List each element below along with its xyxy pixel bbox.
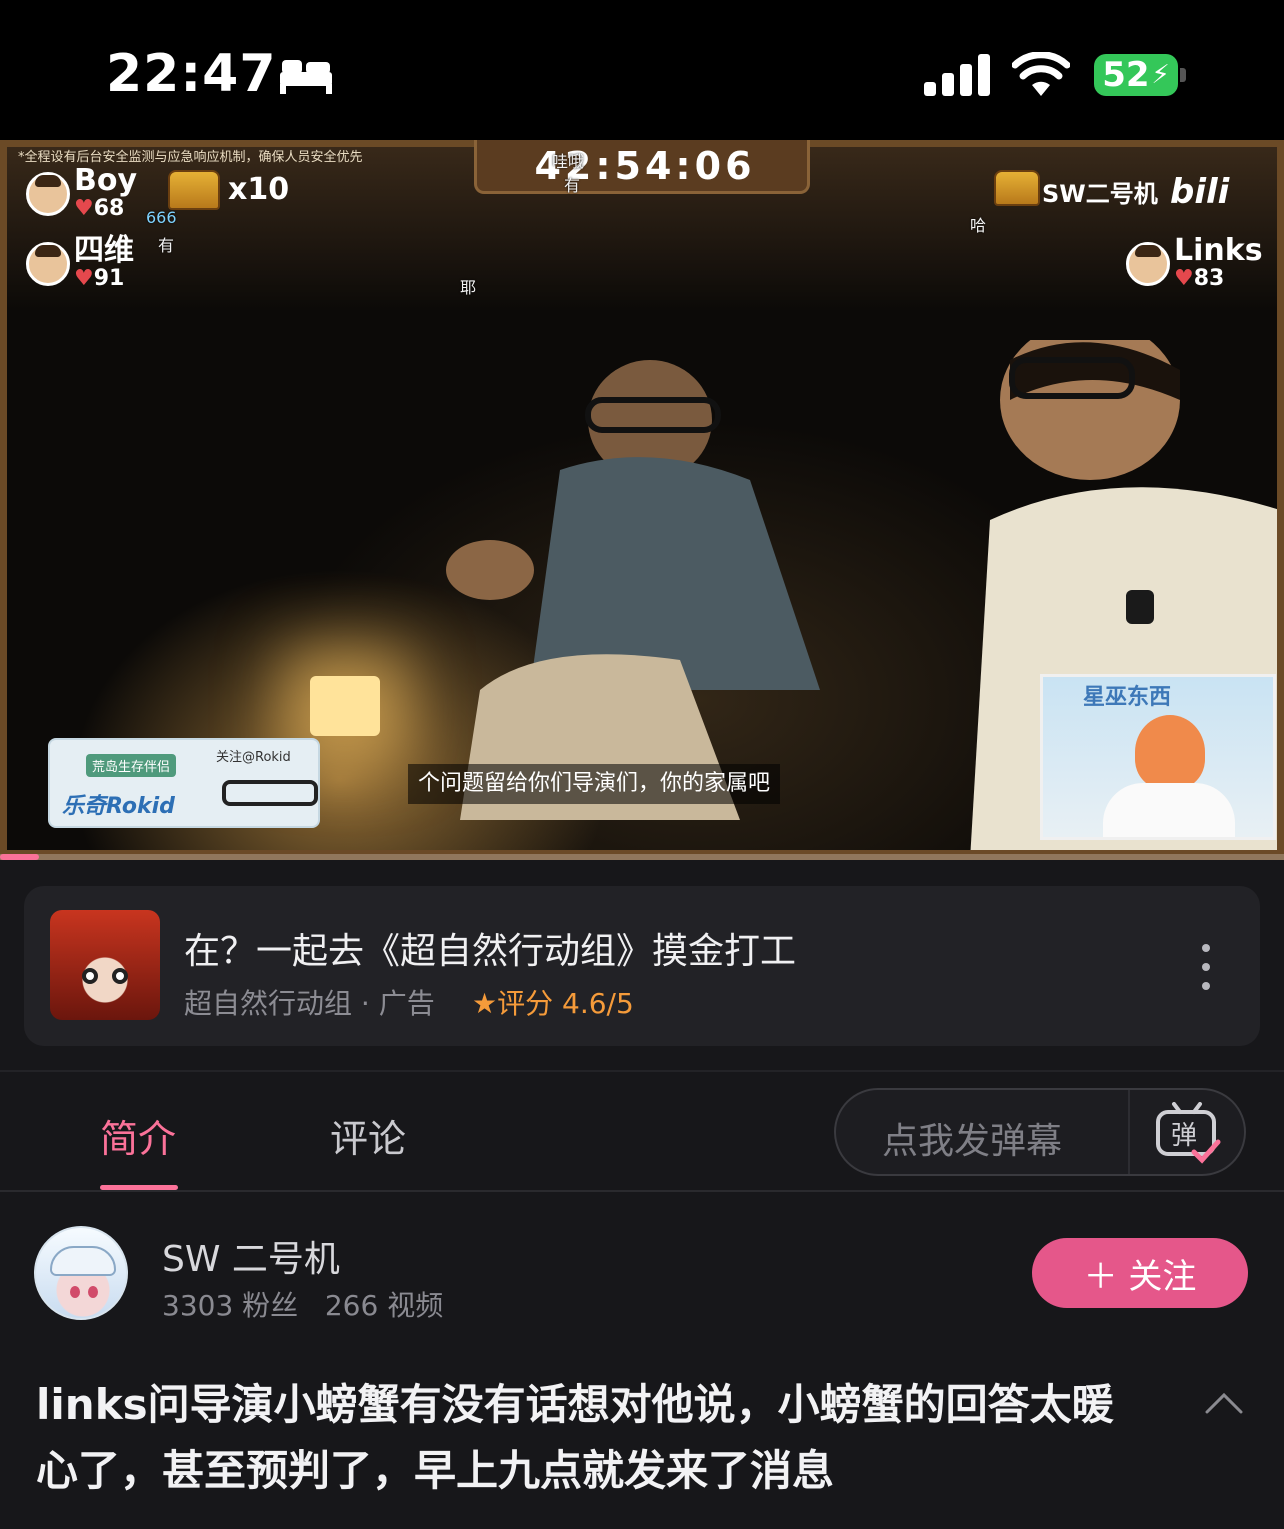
danmaku-icon-label: 弹 [1171, 1121, 1197, 1151]
video-subtitle: 个问题留给你们导演们，你的家属吧 [408, 764, 781, 804]
avatar [1126, 241, 1170, 286]
charging-bolt-icon: ⚡ [1151, 60, 1170, 90]
video-progress-bar[interactable] [0, 854, 1284, 860]
ad-meta: 超自然行动组 · 广告 [184, 987, 435, 1020]
safety-notice: *全程设有后台安全监测与应急响应机制，确保人员安全优先 [18, 150, 363, 165]
danmaku-comment: 666 [146, 208, 177, 227]
player-hearts-value: 91 [93, 266, 125, 291]
battery-level: 52 [1102, 55, 1150, 95]
player-hearts-value: 83 [1193, 266, 1225, 291]
battery-cap [1180, 68, 1186, 82]
glasses-icon [222, 780, 318, 806]
player-links: Links ♥83 [1126, 236, 1263, 291]
more-options-icon[interactable] [1194, 944, 1218, 990]
chevron-up-icon[interactable] [1204, 1390, 1244, 1416]
star-icon: ★ [472, 987, 498, 1020]
game-icon-eye [82, 968, 98, 984]
player-siwei: 四维 ♥91 [26, 236, 134, 291]
pip-person [1135, 715, 1205, 789]
heart-icon: ♥ [1174, 266, 1194, 291]
game-app-icon [50, 910, 160, 1020]
sponsor-brand: 乐奇Rokid [62, 794, 175, 819]
player-hearts: ♥91 [74, 266, 134, 291]
ad-rating-text: 评分 4.6/5 [497, 987, 634, 1020]
picture-in-picture: 星巫东西 [1040, 674, 1276, 840]
follow-button[interactable]: ＋ 关注 [1032, 1238, 1248, 1308]
player-name: Links [1174, 233, 1263, 268]
danmaku-comment: 有 [564, 176, 581, 195]
danmaku-input-placeholder: 点我发弹幕 [882, 1121, 1063, 1162]
chest-count: x10 [228, 172, 290, 207]
battery-indicator: 52 ⚡ [1094, 54, 1178, 96]
tab-comments[interactable]: 评论 [330, 1108, 406, 1163]
uploader-stats: 3303 粉丝 266 视频 [162, 1289, 444, 1322]
pip-title: 星巫东西 [1083, 685, 1172, 710]
danmaku-input[interactable]: 点我发弹幕 弹 [834, 1088, 1246, 1176]
sponsor-card[interactable]: 荒岛生存伴侣 关注@Rokid 乐奇Rokid [48, 738, 320, 828]
status-bar: 22:47 52 ⚡ [0, 0, 1284, 140]
heart-icon: ♥ [74, 196, 94, 221]
uploader-avatar[interactable] [34, 1226, 128, 1320]
avatar-eye [70, 1286, 80, 1298]
bilibili-logo-icon: bili [1170, 172, 1230, 212]
tab-intro[interactable]: 简介 [100, 1108, 176, 1163]
wifi-icon [1012, 52, 1070, 96]
sponsor-tag: 荒岛生存伴侣 [86, 754, 177, 777]
danmaku-comment: 耶 [460, 278, 477, 297]
danmaku-comment: 有 [158, 236, 175, 255]
tab-bar-divider [0, 1190, 1284, 1192]
cellular-signal-icon [924, 54, 990, 96]
section-divider [0, 1070, 1284, 1072]
player-hearts-value: 68 [93, 196, 125, 221]
danmaku-comment: 哈 [970, 216, 987, 235]
treasure-chest-icon [168, 170, 220, 210]
sponsor-follow: 关注@Rokid [216, 750, 291, 765]
danmaku-comment: 哇哦 [552, 152, 585, 171]
bed-icon [280, 60, 332, 94]
avatar-hair [50, 1246, 116, 1276]
avatar [26, 171, 70, 216]
ad-banner[interactable]: 在？一起去《超自然行动组》摸金打工 超自然行动组 · 广告 ★评分 4.6/5 [24, 886, 1260, 1046]
ad-rating: ★评分 4.6/5 [472, 982, 634, 1022]
player-hearts: ♥83 [1174, 266, 1263, 291]
video-progress-fill [0, 854, 39, 860]
player-name: 四维 [74, 233, 134, 268]
heart-icon: ♥ [74, 266, 94, 291]
avatar-eye [88, 1286, 98, 1298]
avatar [26, 241, 70, 286]
clock: 22:47 [106, 44, 277, 104]
video-title: links问导演小螃蟹有没有话想对他说，小螃蟹的回答太暖心了，甚至预判了，早上九… [36, 1380, 1114, 1495]
danmaku-toggle-icon[interactable]: 弹 [1152, 1102, 1222, 1164]
game-icon-eye [112, 968, 128, 984]
treasure-chest-icon [994, 170, 1040, 206]
pip-person-body [1103, 783, 1235, 837]
video-player[interactable]: *全程设有后台安全监测与应急响应机制，确保人员安全优先 42:54:06 Boy… [0, 140, 1284, 860]
player-name: Boy [74, 163, 138, 198]
ad-title: 在？一起去《超自然行动组》摸金打工 [184, 931, 797, 972]
player-boy: Boy ♥68 [26, 166, 137, 221]
player-hearts: ♥68 [74, 196, 137, 221]
countdown-timer: 42:54:06 [534, 144, 756, 188]
uploader-name[interactable]: SW 二号机 [162, 1230, 340, 1282]
danmaku-divider [1128, 1090, 1130, 1174]
channel-tag: SW二号机 [1042, 180, 1158, 208]
countdown-board: 42:54:06 [474, 140, 810, 194]
